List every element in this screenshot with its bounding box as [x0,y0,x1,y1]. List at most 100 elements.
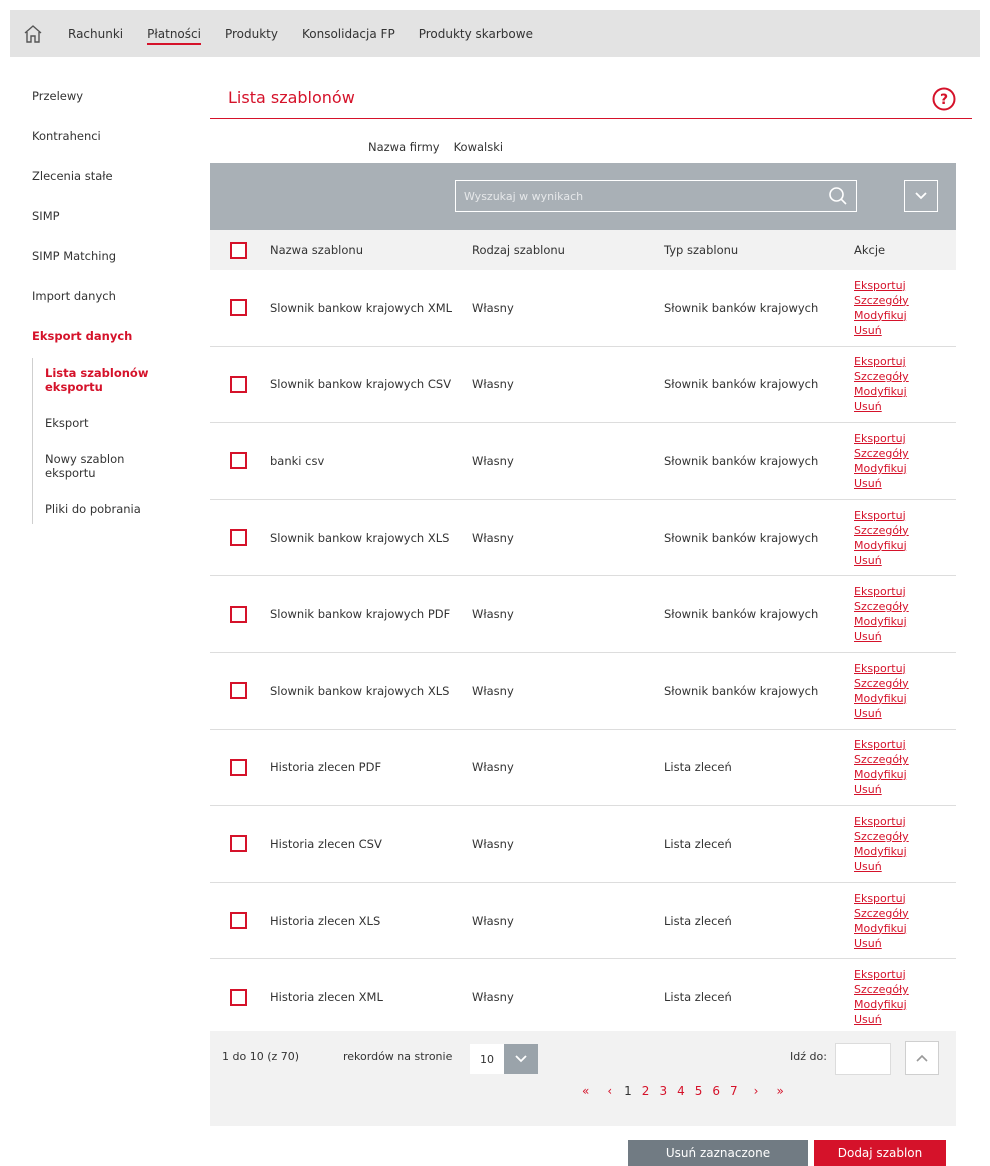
action-export-link[interactable]: Eksportuj [854,508,954,523]
row-checkbox[interactable] [230,375,247,393]
pager-page[interactable]: 7 [730,1084,738,1098]
row-checkbox[interactable] [230,835,247,853]
table-row: Slownik bankow krajowych XML Własny Słow… [210,270,956,347]
action-export-link[interactable]: Eksportuj [854,278,954,293]
sidebar-item-6[interactable]: Eksport danych [32,316,202,356]
action-details-link[interactable]: Szczegóły [854,369,954,384]
action-delete-link[interactable]: Usuń [854,782,954,797]
action-delete-link[interactable]: Usuń [854,476,954,491]
row-checkbox[interactable] [230,452,247,470]
action-details-link[interactable]: Szczegóły [854,599,954,614]
action-details-link[interactable]: Szczegóły [854,829,954,844]
action-delete-link[interactable]: Usuń [854,553,954,568]
action-delete-link[interactable]: Usuń [854,936,954,951]
action-details-link[interactable]: Szczegóły [854,906,954,921]
nav-item-0[interactable]: Rachunki [68,10,123,57]
pager-page[interactable]: 2 [642,1084,650,1098]
template-type: Lista zleceń [664,760,732,775]
row-checkbox[interactable] [230,529,247,547]
action-export-link[interactable]: Eksportuj [854,354,954,369]
action-modify-link[interactable]: Modyfikuj [854,538,954,553]
row-checkbox[interactable] [230,758,247,776]
home-icon[interactable] [22,23,44,45]
table-row: Slownik bankow krajowych XLS Własny Słow… [210,500,956,577]
row-checkbox[interactable] [230,912,247,930]
sidebar-subitem-3[interactable]: Pliki do pobrania [45,494,155,524]
action-delete-link[interactable]: Usuń [854,399,954,414]
goto-page-input[interactable] [835,1043,891,1075]
scroll-top-button[interactable] [905,1041,939,1075]
template-name: Slownik bankow krajowych CSV [270,377,452,392]
sidebar-subitem-1[interactable]: Eksport [45,408,155,438]
nav-item-4[interactable]: Produkty skarbowe [419,10,533,57]
action-details-link[interactable]: Szczegóły [854,446,954,461]
action-modify-link[interactable]: Modyfikuj [854,691,954,706]
row-checkbox[interactable] [230,682,247,700]
nav-item-2[interactable]: Produkty [225,10,278,57]
pager-page[interactable]: 5 [695,1084,703,1098]
add-template-button[interactable]: Dodaj szablon [814,1140,946,1166]
action-details-link[interactable]: Szczegóły [854,293,954,308]
action-modify-link[interactable]: Modyfikuj [854,384,954,399]
pager-page[interactable]: 1 [624,1084,632,1098]
action-details-link[interactable]: Szczegóły [854,982,954,997]
sidebar-item-3[interactable]: SIMP [32,196,202,236]
action-details-link[interactable]: Szczegóły [854,523,954,538]
action-details-link[interactable]: Szczegóły [854,676,954,691]
table-row: Historia zlecen XML Własny Lista zleceń … [210,959,956,1036]
action-export-link[interactable]: Eksportuj [854,737,954,752]
pager-prev[interactable]: ‹ [607,1084,612,1098]
pager-page[interactable]: 3 [659,1084,667,1098]
sidebar-item-5[interactable]: Import danych [32,276,202,316]
search-input[interactable] [456,181,816,211]
action-delete-link[interactable]: Usuń [854,323,954,338]
delete-selected-button[interactable]: Usuń zaznaczone [628,1140,808,1166]
header-kind: Rodzaj szablonu [472,243,565,257]
sidebar-item-2[interactable]: Zlecenia stałe [32,156,202,196]
action-modify-link[interactable]: Modyfikuj [854,308,954,323]
pager-last[interactable]: » [776,1084,783,1098]
action-delete-link[interactable]: Usuń [854,629,954,644]
action-modify-link[interactable]: Modyfikuj [854,844,954,859]
search-icon[interactable] [828,186,848,206]
row-checkbox[interactable] [230,988,247,1006]
action-export-link[interactable]: Eksportuj [854,431,954,446]
sidebar-item-0[interactable]: Przelewy [32,76,202,116]
pager-page[interactable]: 4 [677,1084,685,1098]
action-export-link[interactable]: Eksportuj [854,891,954,906]
nav-item-3[interactable]: Konsolidacja FP [302,10,395,57]
action-export-link[interactable]: Eksportuj [854,661,954,676]
action-modify-link[interactable]: Modyfikuj [854,614,954,629]
per-page-dropdown-button[interactable] [504,1044,538,1074]
row-checkbox[interactable] [230,299,247,317]
action-modify-link[interactable]: Modyfikuj [854,921,954,936]
filter-dropdown-button[interactable] [904,180,938,212]
pagination: « ‹ 1234567 › » [582,1084,784,1098]
action-modify-link[interactable]: Modyfikuj [854,461,954,476]
action-modify-link[interactable]: Modyfikuj [854,767,954,782]
row-checkbox[interactable] [230,605,247,623]
action-delete-link[interactable]: Usuń [854,1012,954,1027]
sidebar-item-1[interactable]: Kontrahenci [32,116,202,156]
nav-item-1[interactable]: Płatności [147,10,201,57]
action-export-link[interactable]: Eksportuj [854,814,954,829]
action-export-link[interactable]: Eksportuj [854,584,954,599]
action-delete-link[interactable]: Usuń [854,859,954,874]
action-modify-link[interactable]: Modyfikuj [854,997,954,1012]
template-name: Slownik bankow krajowych XML [270,300,453,315]
sidebar-subitem-2[interactable]: Nowy szablon eksportu [45,444,155,488]
template-kind: Własny [472,836,514,851]
sidebar-subitem-0[interactable]: Lista szablonów eksportu [45,358,155,402]
template-type: Lista zleceń [664,990,732,1005]
pager-next[interactable]: › [754,1084,759,1098]
select-all-checkbox[interactable] [230,241,247,259]
per-page-label: rekordów na stronie [343,1050,453,1063]
help-icon[interactable]: ? [932,87,956,111]
per-page-select[interactable]: 10 [470,1044,538,1074]
sidebar-item-4[interactable]: SIMP Matching [32,236,202,276]
action-details-link[interactable]: Szczegóły [854,752,954,767]
action-export-link[interactable]: Eksportuj [854,967,954,982]
pager-first[interactable]: « [582,1084,589,1098]
pager-page[interactable]: 6 [712,1084,720,1098]
action-delete-link[interactable]: Usuń [854,706,954,721]
